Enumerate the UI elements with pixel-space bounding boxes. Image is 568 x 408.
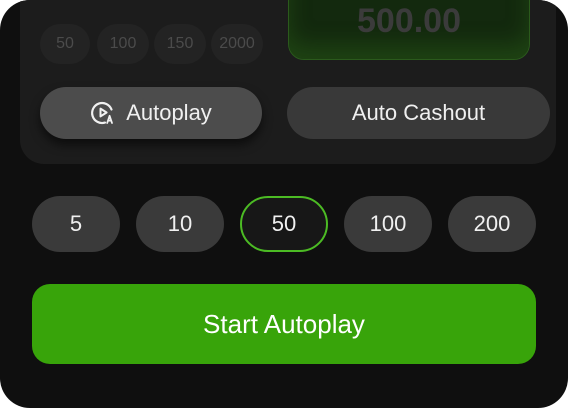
- bet-chip[interactable]: 10: [136, 196, 224, 252]
- auto-cashout-tab[interactable]: Auto Cashout: [287, 87, 550, 139]
- start-autoplay-button[interactable]: Start Autoplay: [32, 284, 536, 364]
- play-circle-auto-icon: [90, 100, 116, 126]
- autoplay-panel: 50 100 150 2000 500.00 Autoplay Auto Cas…: [0, 0, 568, 408]
- quick-amount-chip[interactable]: 150: [154, 24, 206, 64]
- bet-chip[interactable]: 200: [448, 196, 536, 252]
- quick-amount-chip[interactable]: 2000: [211, 24, 263, 64]
- bet-chip[interactable]: 100: [344, 196, 432, 252]
- quick-amount-chip[interactable]: 100: [97, 24, 149, 64]
- auto-cashout-tab-label: Auto Cashout: [351, 100, 486, 125]
- autoplay-tab-label: Autoplay: [126, 100, 212, 125]
- quick-amount-chip[interactable]: 50: [40, 24, 90, 64]
- bet-chip-selected[interactable]: 50: [240, 196, 328, 252]
- autoplay-tab[interactable]: Autoplay: [40, 87, 262, 139]
- bet-amount-display[interactable]: 500.00: [288, 0, 530, 60]
- bet-chip[interactable]: 5: [32, 196, 120, 252]
